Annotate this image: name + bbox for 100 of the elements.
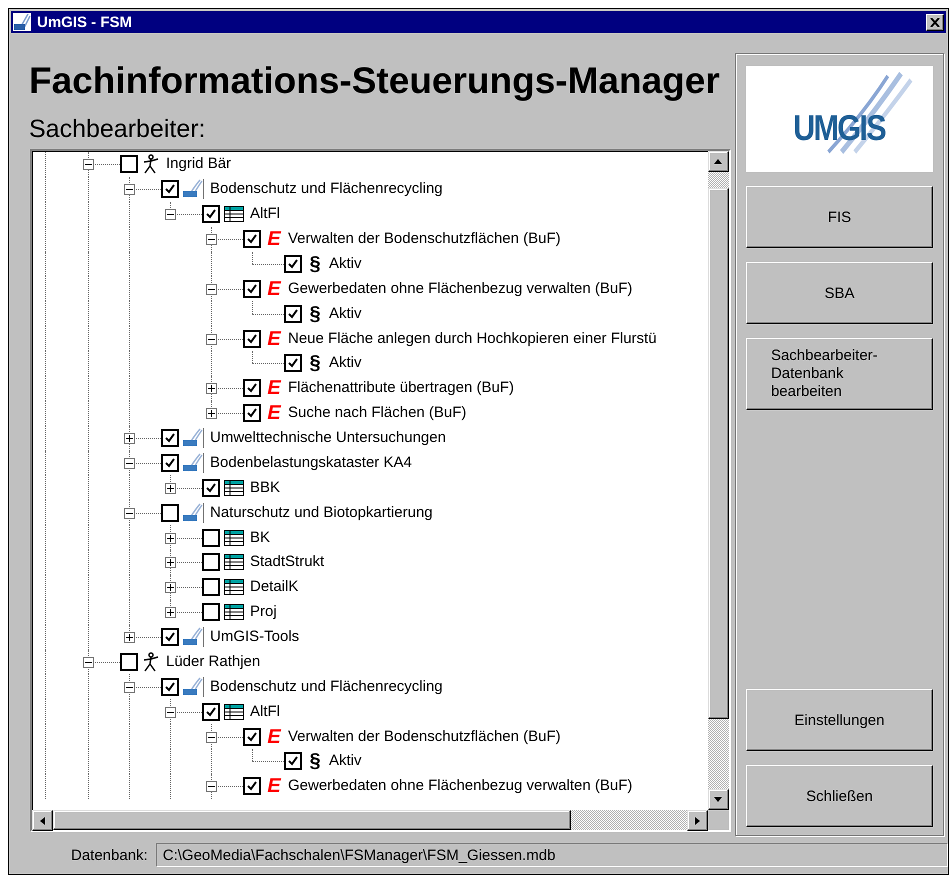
checkbox[interactable] [161,180,179,198]
collapse-button[interactable] [206,234,217,246]
checkbox[interactable] [202,603,220,622]
collapse-button[interactable] [206,284,217,295]
plus-icon [167,609,174,616]
checkbox[interactable] [243,777,261,796]
checkbox[interactable] [202,553,220,572]
scroll-thumb[interactable] [53,810,571,830]
scroll-down-button[interactable] [708,789,729,810]
action-button[interactable]: Schließen [746,765,933,827]
tree-item-label[interactable]: Bodenschutz und Flächenrecycling [210,678,443,696]
expand-button[interactable] [165,607,176,618]
checkbox[interactable] [284,254,302,273]
vertical-scrollbar[interactable] [708,151,729,810]
checkbox[interactable] [284,304,302,323]
tree-item-label[interactable]: Umwelttechnische Untersuchungen [210,429,446,448]
checkbox[interactable] [243,230,261,248]
table-icon [224,579,244,596]
tree-item-label[interactable]: Flächenattribute übertragen (BuF) [288,379,514,398]
tree-item-label[interactable]: Aktiv [329,354,362,372]
collapse-button[interactable] [206,732,217,743]
umgis-logo-icon [182,502,204,523]
checkbox[interactable] [161,454,179,472]
tree-item-label[interactable]: Lüder Rathjen [166,652,260,671]
tree-item-label[interactable]: Bodenschutz und Flächenrecycling [210,180,443,198]
collapse-button[interactable] [124,508,135,519]
checkbox[interactable] [243,330,261,348]
scroll-track[interactable] [708,172,729,188]
table-icon [224,530,244,546]
checkbox[interactable] [202,702,220,721]
checkbox[interactable] [284,354,302,372]
plus-icon [126,634,133,642]
tree-item-label[interactable]: DetailK [250,578,298,596]
action-button[interactable]: Sachbearbeiter-Datenbank bearbeiten [746,338,933,410]
collapse-button[interactable] [83,159,94,170]
tree-item-label[interactable]: Verwalten der Bodenschutzflächen (BuF) [288,230,561,248]
collapse-button[interactable] [83,656,94,668]
action-button[interactable]: FIS [746,186,933,248]
expand-button[interactable] [165,582,176,594]
collapse-button[interactable] [124,458,135,469]
checkbox[interactable] [202,528,220,547]
checkmark-icon [247,732,257,742]
tree-item-label[interactable]: Bodenbelastungskataster KA4 [210,454,412,472]
action-button[interactable]: Einstellungen [746,689,933,751]
collapse-button[interactable] [124,184,135,196]
checkbox[interactable] [284,752,302,770]
collapse-button[interactable] [206,334,217,345]
expand-button[interactable] [124,433,135,444]
collapse-button[interactable] [124,682,135,693]
checkbox[interactable] [120,652,138,671]
expand-button[interactable] [165,557,176,568]
close-icon [930,18,940,26]
tree-item-label[interactable]: StadtStrukt [250,553,324,572]
checkbox[interactable] [243,379,261,398]
checkbox[interactable] [161,678,179,696]
expand-button[interactable] [124,632,135,644]
checkbox[interactable] [202,205,220,224]
tree-item-label[interactable]: Verwalten der Bodenschutzflächen (BuF) [288,728,561,746]
expand-button[interactable] [206,383,217,394]
expand-button[interactable] [206,408,217,420]
tree-item-label[interactable]: Suche nach Flächen (BuF) [288,404,466,422]
tree-item-label[interactable]: Neue Fläche anlegen durch Hochkopieren einer Flurstü [288,330,657,348]
checkbox[interactable] [243,728,261,746]
tree-item-label[interactable]: Ingrid Bär [166,155,232,174]
tree-item-label[interactable]: UmGIS-Tools [210,628,300,646]
tree-item-label[interactable]: Aktiv [329,254,362,273]
tree-item-label[interactable]: Aktiv [329,752,362,770]
umgis-logo-icon [182,627,204,648]
collapse-button[interactable] [165,209,176,220]
checkbox[interactable] [161,628,179,646]
close-button[interactable] [926,14,944,30]
checkbox[interactable] [243,404,261,422]
checkbox[interactable] [161,504,179,522]
tree-item-label[interactable]: BBK [250,478,280,497]
function-glyph: E [266,403,282,424]
scroll-thumb[interactable] [708,188,729,719]
tree-item-label[interactable]: AltFl [250,205,280,224]
tree-item-label[interactable]: Proj [250,603,277,622]
checkbox[interactable] [120,155,138,174]
expand-button[interactable] [165,532,176,544]
tree-item-label[interactable]: AltFl [250,702,280,721]
tree-item-label[interactable]: Gewerbedaten ohne Flächenbezug verwalten (BuF) [288,777,632,796]
tree-item-label[interactable]: Gewerbedaten ohne Flächenbezug verwalten (BuF) [288,280,632,298]
scroll-up-button[interactable] [708,151,729,172]
function-glyph: E [266,229,282,250]
paragraph-glyph: § [308,304,322,324]
scroll-left-button[interactable] [32,810,53,831]
action-button[interactable]: SBA [746,262,933,324]
scroll-right-button[interactable] [686,810,708,831]
tree-item-label[interactable]: Aktiv [329,304,362,323]
expand-button[interactable] [165,482,176,494]
tree-item-label[interactable]: BK [250,528,270,547]
checkbox[interactable] [161,429,179,448]
checkbox[interactable] [202,578,220,596]
checkbox[interactable] [243,280,261,298]
collapse-button[interactable] [206,781,217,792]
tree-item-label[interactable]: Naturschutz und Biotopkartierung [210,504,433,522]
checkmark-icon [288,308,298,319]
checkbox[interactable] [202,478,220,497]
collapse-button[interactable] [165,706,176,718]
